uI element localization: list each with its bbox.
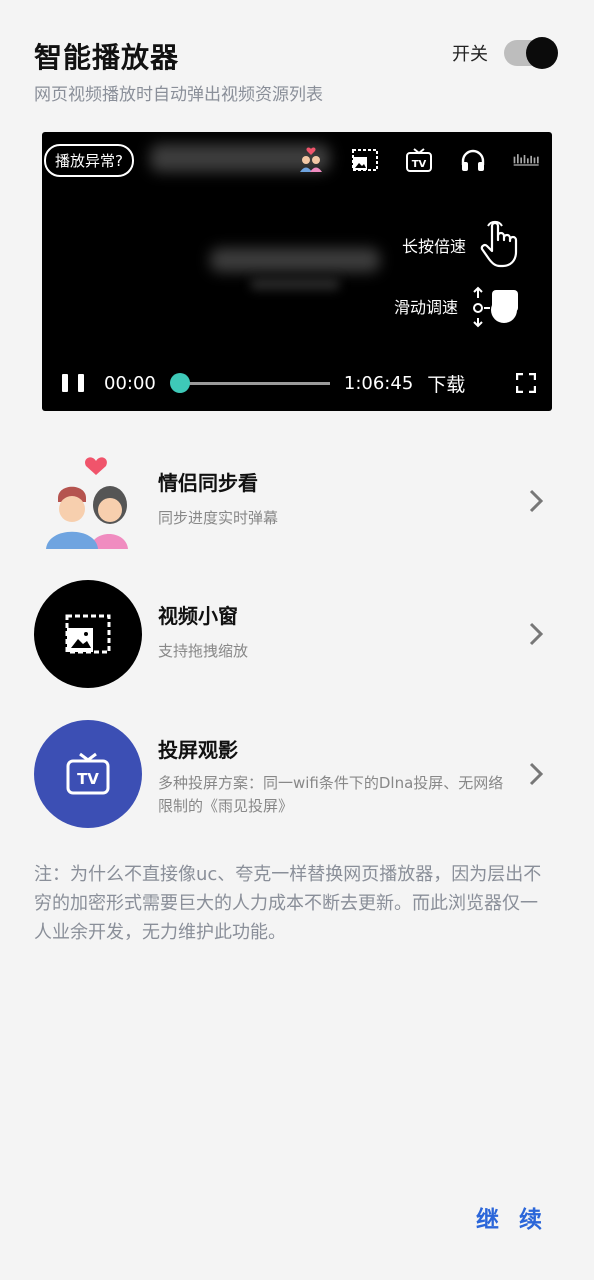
- total-time: 1:06:45: [343, 372, 414, 394]
- fullscreen-icon[interactable]: [516, 373, 536, 393]
- chevron-right-icon: [529, 762, 544, 786]
- header: 智能播放器 网页视频播放时自动弹出视频资源列表 开关: [34, 36, 564, 106]
- switch-label: 开关: [452, 44, 488, 65]
- playback-issue-button[interactable]: 播放异常?: [44, 144, 134, 177]
- svg-text:TV: TV: [412, 159, 427, 170]
- feature-title: 视频小窗: [158, 604, 238, 628]
- feature-mini-window[interactable]: 视频小窗 支持拖拽缩放: [34, 580, 564, 690]
- headphones-icon[interactable]: [458, 146, 488, 174]
- tv-icon: TV: [34, 720, 142, 828]
- feature-couple-sync[interactable]: 情侣同步看 同步进度实时弹幕: [34, 447, 564, 557]
- tap-hand-icon: [480, 220, 518, 268]
- video-preview[interactable]: 播放异常? TV 长按倍速 滑动调速 00:00 1:06:45 下载: [42, 132, 552, 411]
- page-subtitle: 网页视频播放时自动弹出视频资源列表: [34, 85, 323, 105]
- switch-row: 开关: [452, 37, 558, 69]
- more-icon[interactable]: [512, 146, 542, 174]
- feature-screen-cast[interactable]: TV 投屏观影 多种投屏方案：同一wifi条件下的Dlna投屏、无网络限制的《雨…: [34, 720, 564, 830]
- note-text: 注：为什么不直接像uc、夸克一样替换网页播放器，因为层出不穷的加密形式需要巨大的…: [34, 864, 542, 943]
- blurred-watermark-sub: [250, 278, 340, 290]
- toggle-knob: [526, 37, 558, 69]
- chevron-right-icon: [529, 489, 544, 513]
- picture-in-picture-icon: [34, 580, 142, 688]
- player-controls: 00:00 1:06:45 下载: [42, 367, 552, 399]
- download-button[interactable]: 下载: [427, 370, 465, 397]
- player-top-icons: TV: [296, 146, 542, 174]
- couple-sync-icon[interactable]: [296, 146, 326, 174]
- swipe-hint: 滑动调速: [394, 284, 522, 328]
- picture-in-picture-icon[interactable]: [350, 146, 380, 174]
- pause-button[interactable]: [62, 372, 84, 394]
- progress-thumb[interactable]: [169, 372, 190, 393]
- continue-button[interactable]: 继 续: [476, 1200, 548, 1234]
- feature-desc: 同步进度实时弹幕: [158, 509, 279, 527]
- long-press-label: 长按倍速: [401, 237, 466, 256]
- tv-cast-icon[interactable]: TV: [404, 146, 434, 174]
- feature-desc: 多种投屏方案：同一wifi条件下的Dlna投屏、无网络限制的《雨见投屏》: [158, 774, 504, 815]
- svg-text:TV: TV: [77, 770, 99, 788]
- swipe-hand-icon: [473, 286, 518, 328]
- swipe-label: 滑动调速: [393, 298, 458, 317]
- current-time: 00:00: [104, 372, 156, 394]
- couple-heart-icon: [34, 447, 142, 555]
- long-press-hint: 长按倍速: [402, 220, 522, 270]
- progress-slider[interactable]: [169, 372, 330, 393]
- blurred-watermark: [210, 248, 380, 272]
- chevron-right-icon: [529, 622, 544, 646]
- feature-title: 投屏观影: [158, 738, 238, 762]
- feature-title: 情侣同步看: [158, 471, 258, 495]
- feature-desc: 支持拖拽缩放: [158, 642, 249, 660]
- toggle-switch[interactable]: [504, 37, 558, 69]
